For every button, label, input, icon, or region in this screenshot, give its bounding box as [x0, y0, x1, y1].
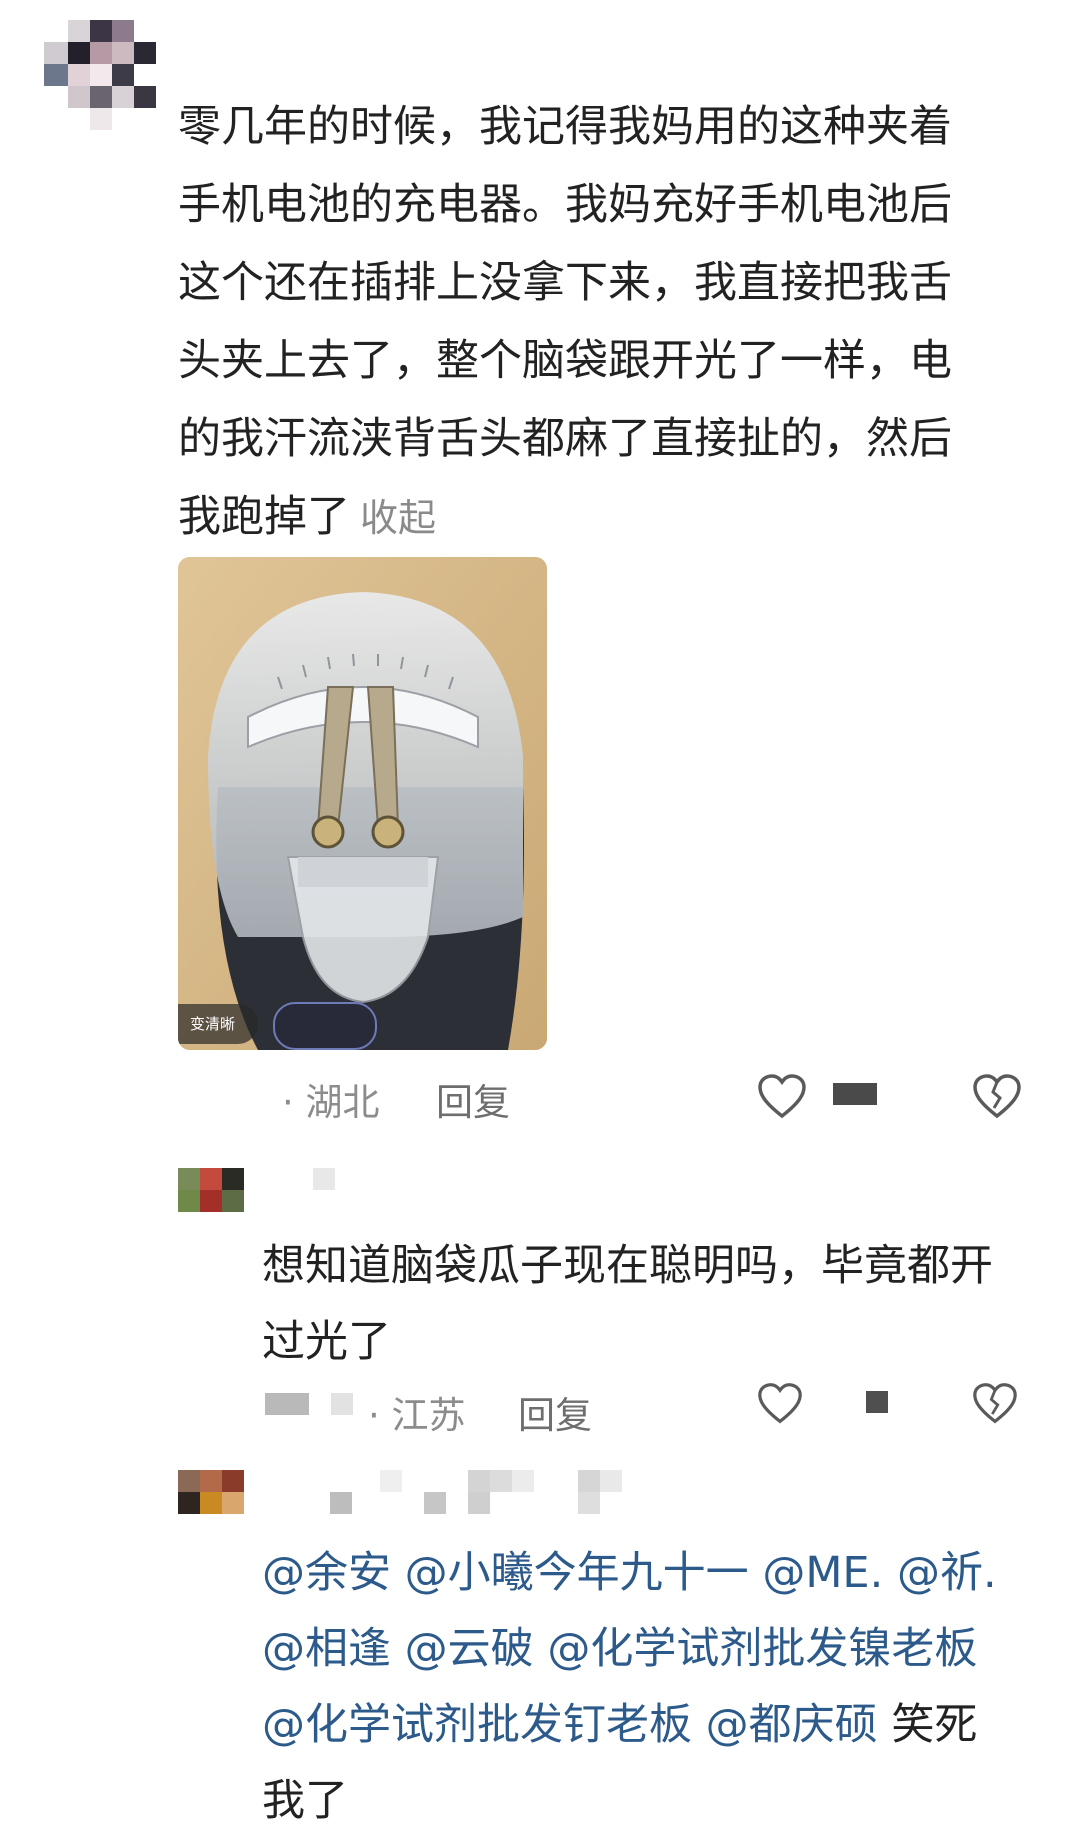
reply-tail: 笑死 — [891, 1700, 978, 1750]
avatar[interactable] — [178, 1470, 244, 1514]
reply-button[interactable]: 回复 — [436, 1072, 510, 1126]
broken-heart-icon[interactable] — [973, 1382, 1017, 1426]
username-redacted — [265, 1393, 309, 1415]
reply-line: 我了 — [262, 1776, 348, 1826]
username-redacted[interactable] — [313, 1168, 335, 1190]
like-count-redacted — [833, 1083, 877, 1105]
comment-body: 零几年的时候，我记得我妈用的这种夹着 手机电池的充电器。我妈充好手机电池后 这个… — [178, 88, 1038, 557]
comment-line: 的我汗流浃背舌头都麻了直接扯的，然后 — [178, 414, 952, 464]
broken-heart-icon[interactable] — [973, 1074, 1021, 1120]
collapse-link[interactable]: 收起 — [360, 496, 436, 540]
reply-line: 想知道脑袋瓜子现在聪明吗，毕竟都开 — [262, 1241, 993, 1291]
avatar[interactable] — [44, 20, 156, 130]
heart-icon[interactable] — [758, 1074, 806, 1120]
comment-line: 我跑掉了 — [178, 492, 350, 542]
comment-last-line: 我跑掉了 收起 — [178, 478, 1038, 557]
clarify-badge[interactable]: 变清晰 — [178, 1004, 258, 1044]
location-label: · 湖北 — [282, 1081, 380, 1124]
charger-photo — [178, 557, 547, 1050]
mention-group[interactable]: @化学试剂批发钉老板 @都庆硕 — [262, 1700, 891, 1750]
reply-body: @余安 @小曦今年九十一 @ME. @祈. @相逢 @云破 @化学试剂批发镍老板… — [262, 1535, 1072, 1839]
heart-icon[interactable] — [758, 1382, 802, 1426]
comment-image[interactable]: 变清晰 — [178, 557, 547, 1050]
reply-button[interactable]: 回复 — [518, 1385, 592, 1439]
reply-body: 想知道脑袋瓜子现在聪明吗，毕竟都开 过光了 — [262, 1228, 1062, 1380]
comment-line: 头夹上去了，整个脑袋跟开光了一样，电 — [178, 336, 952, 386]
comment-line: 这个还在插排上没拿下来，我直接把我舌 — [178, 258, 952, 308]
clarify-badge-label: 变清晰 — [190, 1015, 236, 1033]
avatar[interactable] — [178, 1168, 244, 1212]
reply-line[interactable]: @相逢 @云破 @化学试剂批发镍老板 — [262, 1611, 1072, 1687]
comment-line: 零几年的时候，我记得我妈用的这种夹着 — [178, 102, 952, 152]
media-toggle[interactable] — [273, 1002, 377, 1050]
reply-line: 过光了 — [262, 1317, 391, 1367]
like-count-redacted — [866, 1391, 888, 1413]
location-label: · 江苏 — [368, 1394, 466, 1437]
comment-line: 手机电池的充电器。我妈充好手机电池后 — [178, 180, 952, 230]
reply-line: @化学试剂批发钉老板 @都庆硕 笑死 — [262, 1687, 1072, 1763]
username-redacted[interactable] — [330, 1470, 650, 1516]
reply-line[interactable]: @余安 @小曦今年九十一 @ME. @祈. — [262, 1535, 1072, 1611]
timestamp-redacted — [331, 1393, 353, 1415]
